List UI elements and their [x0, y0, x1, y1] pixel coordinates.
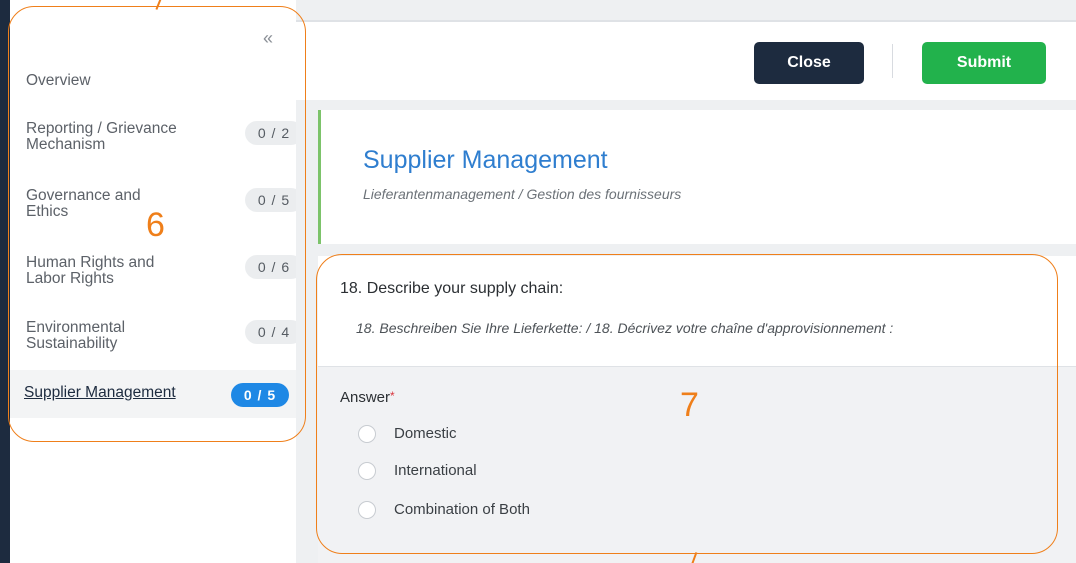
answer-label-text: Answer — [340, 389, 391, 406]
sidebar-item-label: Human Rights and Labor Rights — [26, 254, 155, 287]
toolbar-divider — [892, 44, 893, 78]
submit-button[interactable]: Submit — [922, 42, 1046, 84]
section-title: Supplier Management — [363, 146, 608, 174]
progress-badge: 0 / 4 — [245, 320, 303, 344]
radio-button[interactable] — [358, 501, 376, 519]
sidebar-item-label: Reporting / Grievance Mechanism — [26, 120, 177, 153]
section-subtitle: Lieferantenmanagement / Gestion des four… — [363, 186, 682, 202]
option-label: Combination of Both — [394, 501, 530, 518]
annotation-number-6: 6 — [146, 206, 165, 244]
progress-badge: 0 / 5 — [231, 383, 289, 407]
main-content: Close Submit Supplier Management Liefera… — [296, 0, 1076, 563]
question-translation: 18. Beschreiben Sie Ihre Lieferkette: / … — [356, 320, 894, 336]
progress-badge: 0 / 2 — [245, 121, 303, 145]
answer-label: Answer* — [340, 389, 395, 406]
option-label: International — [394, 462, 477, 479]
close-button[interactable]: Close — [754, 42, 864, 84]
required-marker: * — [390, 389, 395, 403]
sidebar-item-label: Overview — [26, 72, 91, 89]
radio-button[interactable] — [358, 425, 376, 443]
annotation-number-7: 7 — [680, 386, 699, 424]
sidebar-nav: « Overview Reporting / Grievance Mechani… — [10, 0, 303, 563]
sidebar-item-supplier-management[interactable]: Supplier Management 0 / 5 — [10, 370, 296, 418]
progress-badge: 0 / 5 — [245, 188, 303, 212]
section-header-card: Supplier Management Lieferantenmanagemen… — [318, 110, 1076, 244]
sidebar-item-label: Supplier Management — [24, 384, 176, 401]
option-label: Domestic — [394, 425, 457, 442]
question-card: 18. Describe your supply chain: 18. Besc… — [318, 256, 1076, 366]
progress-badge: 0 / 6 — [245, 255, 303, 279]
sidebar-item-label: Environmental Sustainability — [26, 319, 126, 352]
question-title: 18. Describe your supply chain: — [340, 280, 564, 297]
action-bar: Close Submit — [296, 22, 1076, 100]
collapse-sidebar-icon[interactable]: « — [263, 28, 273, 49]
radio-button[interactable] — [358, 462, 376, 480]
